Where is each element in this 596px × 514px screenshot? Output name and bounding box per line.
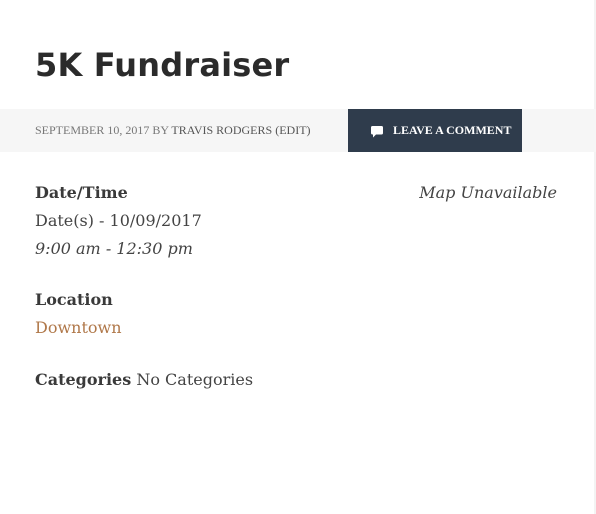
post-date: September 10, 2017 [35,123,150,137]
post-by: by [152,123,169,137]
location-heading: Location [35,290,113,309]
map-unavailable-text: Map Unavailable [419,183,557,202]
location-link[interactable]: Downtown [35,318,122,337]
leave-comment-button[interactable]: Leave a Comment [348,109,522,152]
datetime-heading: Date/Time [35,183,128,202]
categories-heading: Categories [35,370,132,389]
categories-value: No Categories [136,370,254,389]
event-dates: Date(s) - 10/09/2017 [35,211,202,230]
leave-comment-label: Leave a Comment [393,123,512,137]
post-edit-link[interactable]: (Edit) [275,123,310,137]
post-meta: September 10, 2017 by Travis Rodgers (Ed… [35,109,311,152]
post-title: 5K Fundraiser [35,46,290,84]
event-details: Date/Time Date(s) - 10/09/2017 9:00 am -… [35,179,202,365]
categories-section: Categories No Categories [35,366,253,394]
speech-bubble-icon [370,124,384,138]
post-author-link[interactable]: Travis Rodgers [171,123,272,137]
location-section: Location Downtown [35,286,202,342]
datetime-section: Date/Time Date(s) - 10/09/2017 9:00 am -… [35,179,202,263]
event-time: 9:00 am - 12:30 pm [35,239,193,258]
